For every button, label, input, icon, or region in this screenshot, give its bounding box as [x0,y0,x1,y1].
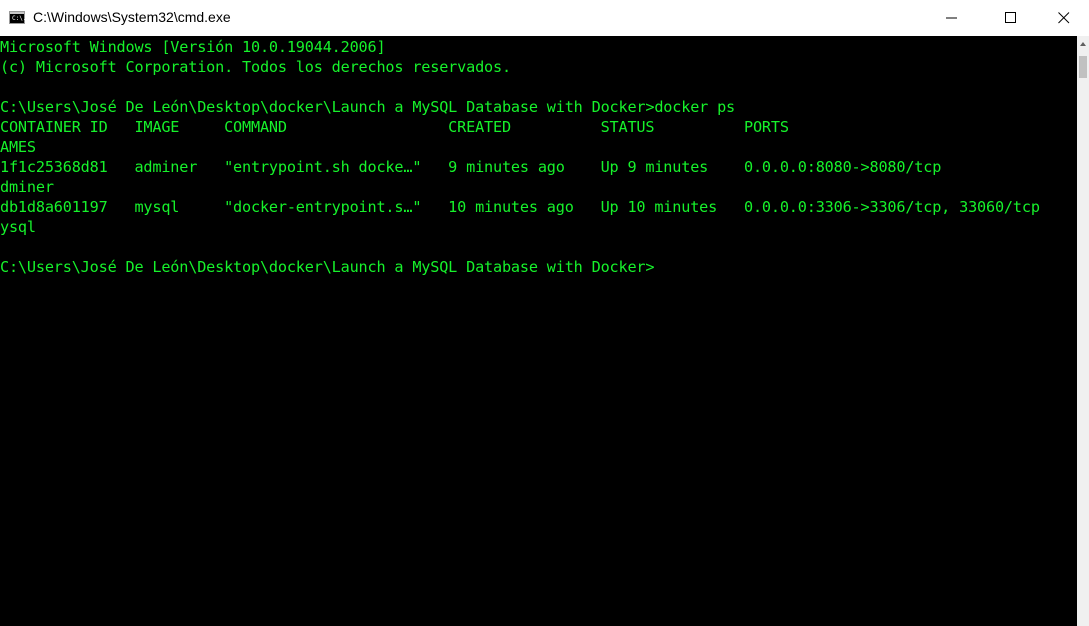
console-line: C:\Users\José De León\Desktop\docker\Lau… [0,98,736,116]
window-title: C:\Windows\System32\cmd.exe [33,9,231,25]
minimize-icon [946,17,957,19]
console-line: 1f1c25368d81 adminer "entrypoint.sh dock… [0,158,942,176]
vertical-scrollbar[interactable] [1077,36,1089,626]
minimize-button[interactable] [929,0,975,36]
cmd-icon-label: C:\. [12,15,27,22]
console-line: ysql [0,218,36,236]
console-line: Microsoft Windows [Versión 10.0.19044.20… [0,38,386,56]
console-line: AMES [0,138,36,156]
console-line: CONTAINER ID IMAGE COMMAND CREATED STATU… [0,118,789,136]
console-prompt-line: C:\Users\José De León\Desktop\docker\Lau… [0,258,655,276]
console-line: db1d8a601197 mysql "docker-entrypoint.s…… [0,198,1040,216]
scrollbar-thumb[interactable] [1079,56,1087,78]
close-button[interactable] [1041,0,1087,36]
console-output[interactable]: Microsoft Windows [Versión 10.0.19044.20… [0,36,1077,626]
chevron-up-icon [1080,42,1086,46]
maximize-button[interactable] [988,0,1034,36]
console-line: dminer [0,178,54,196]
scroll-up-button[interactable] [1077,36,1089,53]
maximize-icon [1005,12,1016,23]
cmd-console-icon[interactable]: C:\. [9,11,27,24]
close-icon [1058,12,1070,24]
cmd-window: C:\. C:\Windows\System32\cmd.exe Microso… [0,0,1089,626]
title-bar[interactable]: C:\. C:\Windows\System32\cmd.exe [0,0,1089,36]
console-line: (c) Microsoft Corporation. Todos los der… [0,58,511,76]
